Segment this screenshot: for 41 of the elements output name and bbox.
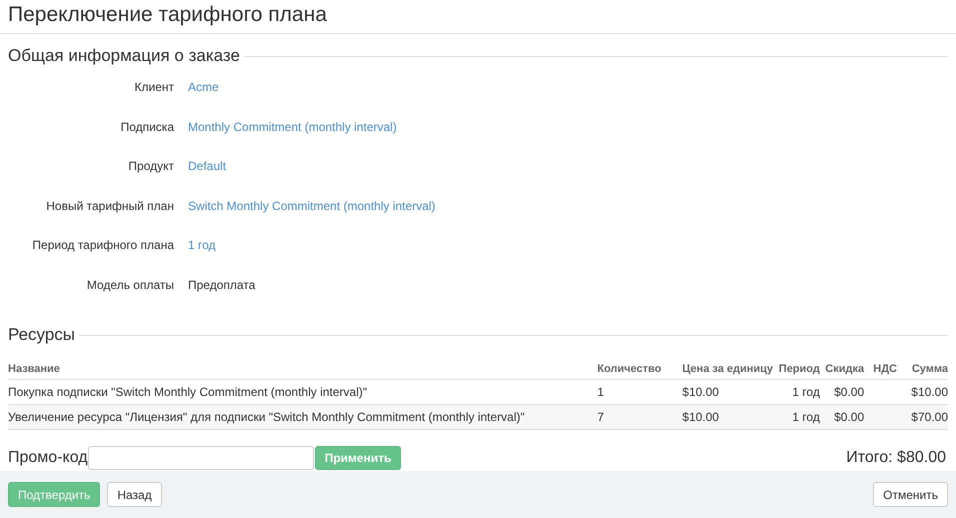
- column-header: Сумма: [912, 363, 948, 376]
- table-cell: $10.00: [682, 385, 719, 400]
- promo-code-field[interactable]: [88, 446, 314, 470]
- table-cell: $10.00: [682, 410, 719, 424]
- column-header: Количество: [597, 363, 662, 376]
- confirm-button[interactable]: Подтвердить: [8, 482, 100, 508]
- column-header: Цена за единицу: [682, 363, 774, 376]
- field-value: Предоплата: [188, 278, 256, 294]
- field-label: Продукт: [127, 159, 174, 176]
- field-label: Клиент: [134, 80, 174, 96]
- cancel-button[interactable]: Отменить: [873, 482, 948, 508]
- field-label: Новый тарифный план: [45, 198, 174, 215]
- table-cell: 1 год: [792, 385, 820, 400]
- field-label: Модель оплаты: [86, 278, 174, 294]
- table-cell: $0.00: [834, 410, 864, 424]
- section-heading: Общая информация о заказе: [8, 46, 240, 66]
- table-cell: 7: [597, 410, 604, 424]
- table-cell: 1 год: [792, 410, 820, 424]
- table-cell: $0.00: [834, 385, 864, 400]
- column-header: Период: [778, 363, 820, 376]
- table-cell: $70.00: [911, 410, 948, 424]
- field-link[interactable]: Default: [188, 159, 226, 199]
- table-cell: Покупка подписки "Switch Monthly Commitment (monthly interval)": [8, 385, 368, 400]
- promo-label: Промо-код: [8, 449, 88, 468]
- apply-button[interactable]: Применить: [314, 446, 402, 470]
- page-title: Переключение тарифного плана: [0, 0, 956, 34]
- field-link[interactable]: Monthly Commitment (monthly interval): [188, 120, 397, 160]
- section-heading: Ресурсы: [8, 325, 76, 346]
- total-amount: Итого: $80.00: [846, 449, 946, 468]
- field-label: Период тарифного плана: [31, 238, 174, 254]
- back-button[interactable]: Назад: [107, 482, 162, 508]
- table-cell: 1: [597, 385, 604, 400]
- field-link[interactable]: Acme: [188, 80, 219, 120]
- column-header: Скидка: [825, 363, 864, 376]
- column-header: НДС: [873, 363, 897, 376]
- table-cell: Увеличение ресурса "Лицензия" для подписки "Switch Monthly Commitment (monthly interval)": [8, 410, 525, 424]
- field-label: Подписка: [120, 120, 174, 136]
- column-header: Название: [8, 363, 60, 376]
- table-cell: $10.00: [911, 385, 948, 400]
- field-link[interactable]: 1 год: [188, 238, 216, 278]
- field-link[interactable]: Switch Monthly Commitment (monthly interval): [188, 198, 436, 238]
